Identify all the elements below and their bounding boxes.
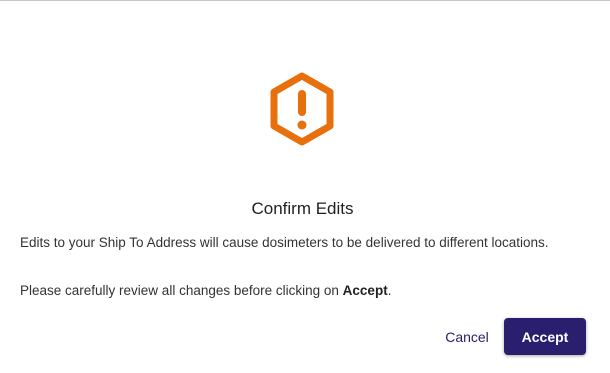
accept-emphasis: Accept: [342, 283, 388, 298]
warning-hexagon-icon: [270, 72, 334, 146]
review-text-end: .: [387, 283, 392, 298]
dialog-title: Confirm Edits: [251, 199, 354, 218]
confirm-edits-dialog: Confirm Edits Edits to your Ship To Addr…: [0, 0, 610, 373]
dialog-message-warning: Edits to your Ship To Address will cause…: [20, 235, 549, 250]
accept-button[interactable]: Accept: [504, 318, 586, 355]
cancel-button[interactable]: Cancel: [436, 324, 498, 350]
dialog-message-review: Please carefully review all changes befo…: [20, 282, 391, 300]
review-text: Please carefully review all changes befo…: [20, 283, 343, 298]
